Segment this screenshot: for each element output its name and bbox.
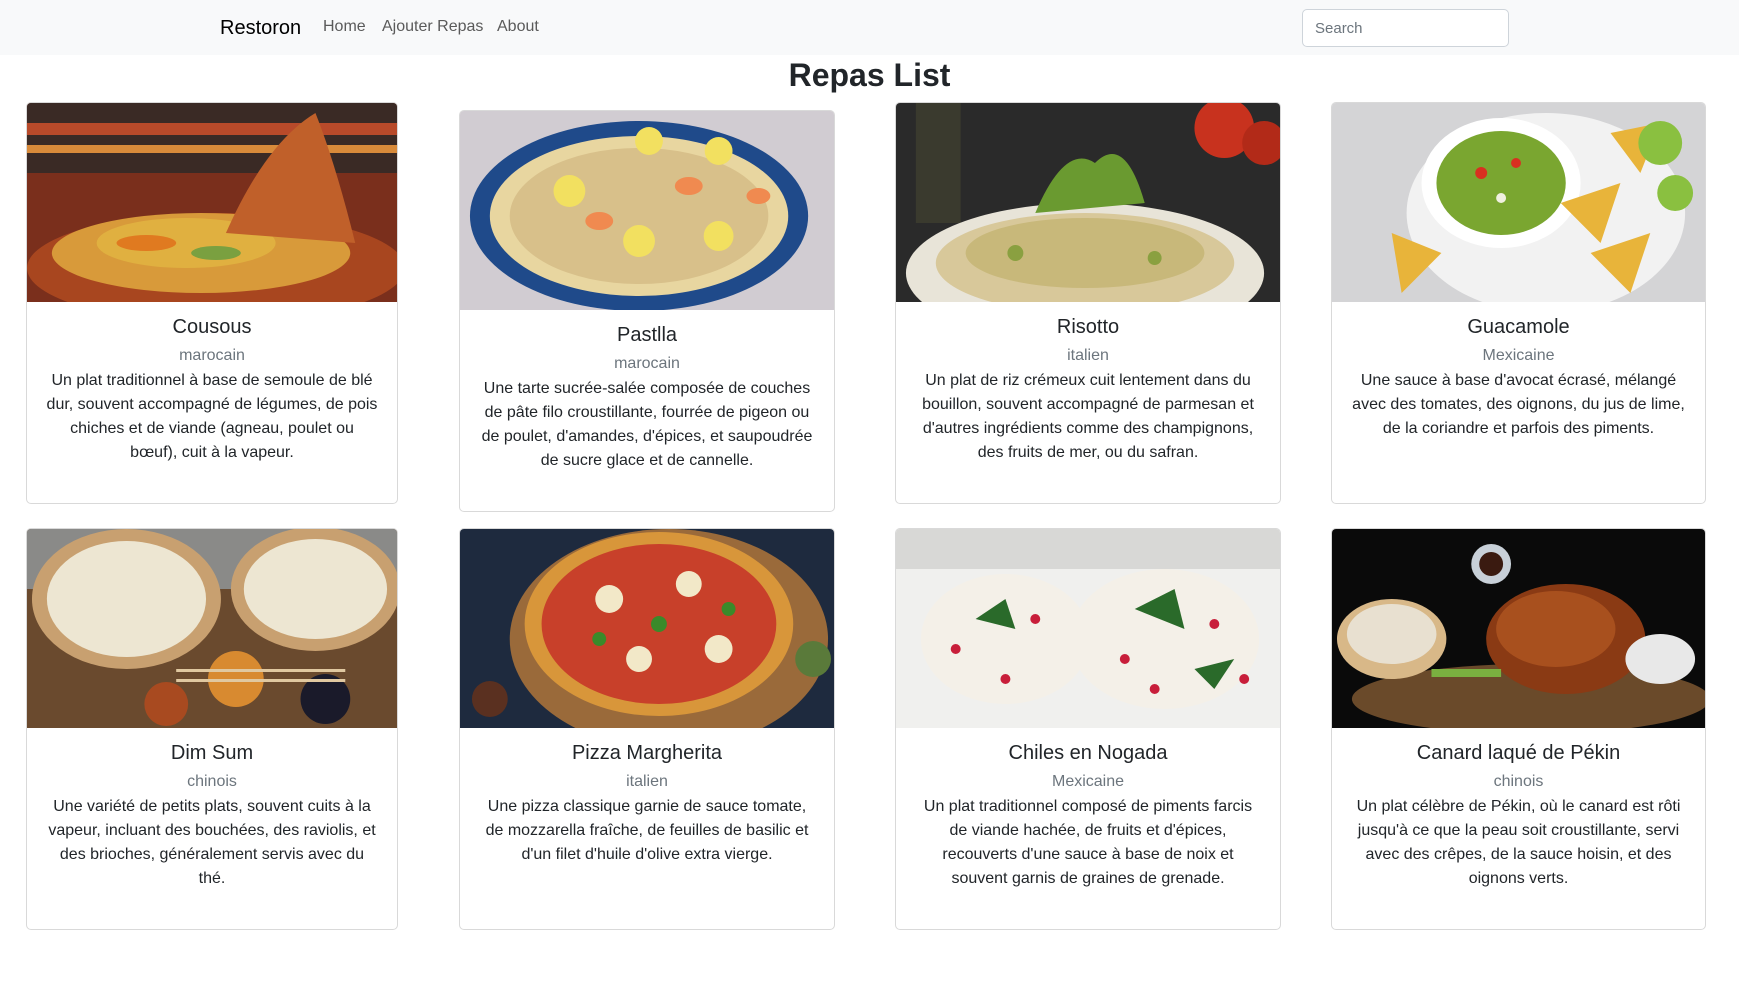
meal-description: Une variété de petits plats, souvent cui…: [48, 798, 376, 887]
meal-name: Cousous: [172, 316, 252, 338]
meal-card: Dim Sum chinois Une variété de petits pl…: [26, 528, 398, 930]
meal-image-pastilla: [460, 111, 834, 310]
meal-card: Pizza Margherita italien Une pizza class…: [459, 528, 835, 930]
meal-card: Risotto italien Un plat de riz crémeux c…: [895, 102, 1281, 504]
card-body: Risotto italien Un plat de riz crémeux c…: [896, 302, 1280, 465]
meal-card: Cousous marocain Un plat traditionnel à …: [26, 102, 398, 504]
meal-name: Guacamole: [1467, 316, 1570, 338]
meal-cuisine: marocain: [614, 355, 680, 372]
meal-image-pizza: [460, 529, 834, 728]
card-body: Pastlla marocain Une tarte sucrée-salée …: [460, 310, 834, 473]
meal-image-dim-sum: [27, 529, 397, 728]
nav-link-add-meal[interactable]: Ajouter Repas: [382, 17, 483, 37]
search-input[interactable]: [1302, 9, 1509, 47]
card-body: Canard laqué de Pékin chinois Un plat cé…: [1332, 728, 1705, 891]
meal-image-risotto: [896, 103, 1280, 302]
meal-image-couscous: [27, 103, 397, 302]
meal-image-guacamole: [1332, 103, 1705, 302]
meal-cuisine: marocain: [179, 347, 245, 364]
brand-logo-link[interactable]: Restoron: [220, 15, 301, 41]
meal-card: Pastlla marocain Une tarte sucrée-salée …: [459, 110, 835, 512]
meal-cuisine: Mexicaine: [1051, 773, 1125, 790]
meal-name: Canard laqué de Pékin: [1416, 742, 1621, 764]
meal-description: Une pizza classique garnie de sauce toma…: [485, 798, 809, 863]
meal-description: Un plat célèbre de Pékin, où le canard e…: [1356, 798, 1681, 887]
meal-image-peking-duck: [1332, 529, 1705, 728]
meal-cuisine: italien: [626, 773, 668, 790]
meal-description: Un plat de riz crémeux cuit lentement da…: [922, 372, 1254, 461]
meal-cuisine: Mexicaine: [1482, 347, 1555, 364]
meal-image-chiles-en-nogada: [896, 529, 1280, 728]
meal-name: Dim Sum: [170, 742, 254, 764]
meal-name: Pastlla: [616, 324, 678, 346]
meal-name: Pizza Margherita: [571, 742, 723, 764]
page-title: Repas List: [788, 57, 951, 93]
meal-name: Chiles en Nogada: [1008, 742, 1168, 764]
meal-card: Guacamole Mexicaine Une sauce à base d'a…: [1331, 102, 1706, 504]
card-body: Chiles en Nogada Mexicaine Un plat tradi…: [896, 728, 1280, 891]
meal-cuisine: chinois: [1493, 773, 1544, 790]
meal-card: Chiles en Nogada Mexicaine Un plat tradi…: [895, 528, 1281, 930]
card-body: Guacamole Mexicaine Une sauce à base d'a…: [1332, 302, 1705, 441]
card-body: Pizza Margherita italien Une pizza class…: [460, 728, 834, 867]
nav-link-home[interactable]: Home: [323, 17, 366, 37]
meal-name: Risotto: [1056, 316, 1120, 338]
meal-description: Une sauce à base d'avocat écrasé, mélang…: [1352, 372, 1685, 437]
card-body: Dim Sum chinois Une variété de petits pl…: [27, 728, 397, 891]
meal-description: Une tarte sucrée-salée composée de couch…: [481, 380, 813, 469]
meal-description: Un plat traditionnel composé de piments …: [923, 798, 1253, 887]
meal-cuisine: italien: [1067, 347, 1109, 364]
navbar: Restoron Home Ajouter Repas About: [0, 0, 1739, 55]
meal-description: Un plat traditionnel à base de semoule d…: [46, 372, 378, 461]
meal-card: Canard laqué de Pékin chinois Un plat cé…: [1331, 528, 1706, 930]
meal-cuisine: chinois: [187, 773, 237, 790]
nav-link-about[interactable]: About: [497, 17, 539, 37]
card-body: Cousous marocain Un plat traditionnel à …: [27, 302, 397, 465]
